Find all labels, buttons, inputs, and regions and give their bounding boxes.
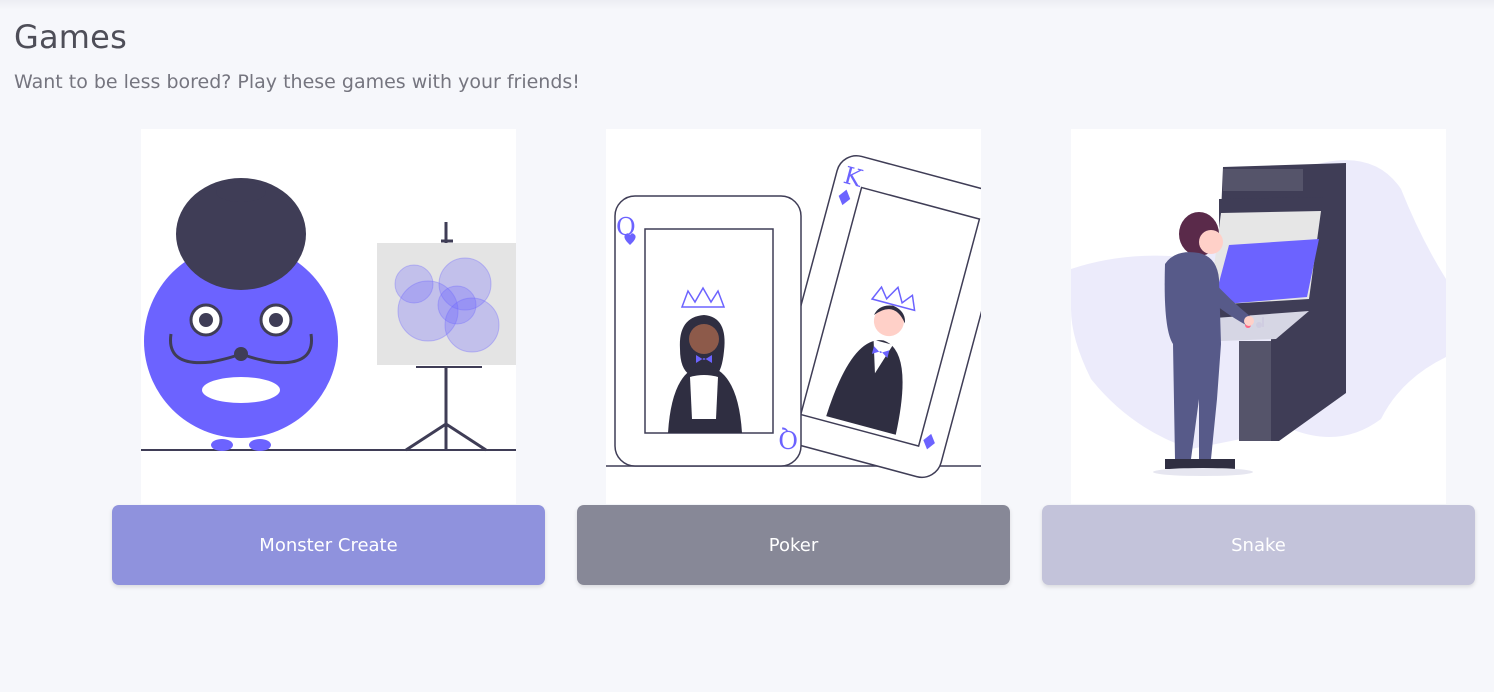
game-card-poker: K Q Q Poker: [577, 129, 1010, 585]
queen-letter-bottom: Q: [778, 425, 798, 453]
page-title: Games: [14, 18, 127, 56]
monster-create-button[interactable]: Monster Create: [112, 505, 545, 585]
game-card-monster-create: Monster Create: [112, 129, 545, 585]
poker-button[interactable]: Poker: [577, 505, 1010, 585]
monster-illustration: [141, 129, 516, 504]
snake-button[interactable]: Snake: [1042, 505, 1475, 585]
arcade-illustration: [1071, 129, 1446, 504]
game-card-snake: Snake: [1042, 129, 1475, 585]
top-shadow: [0, 0, 1494, 10]
page-subtitle: Want to be less bored? Play these games …: [14, 71, 580, 93]
poker-cards-illustration: K Q Q: [606, 129, 981, 504]
